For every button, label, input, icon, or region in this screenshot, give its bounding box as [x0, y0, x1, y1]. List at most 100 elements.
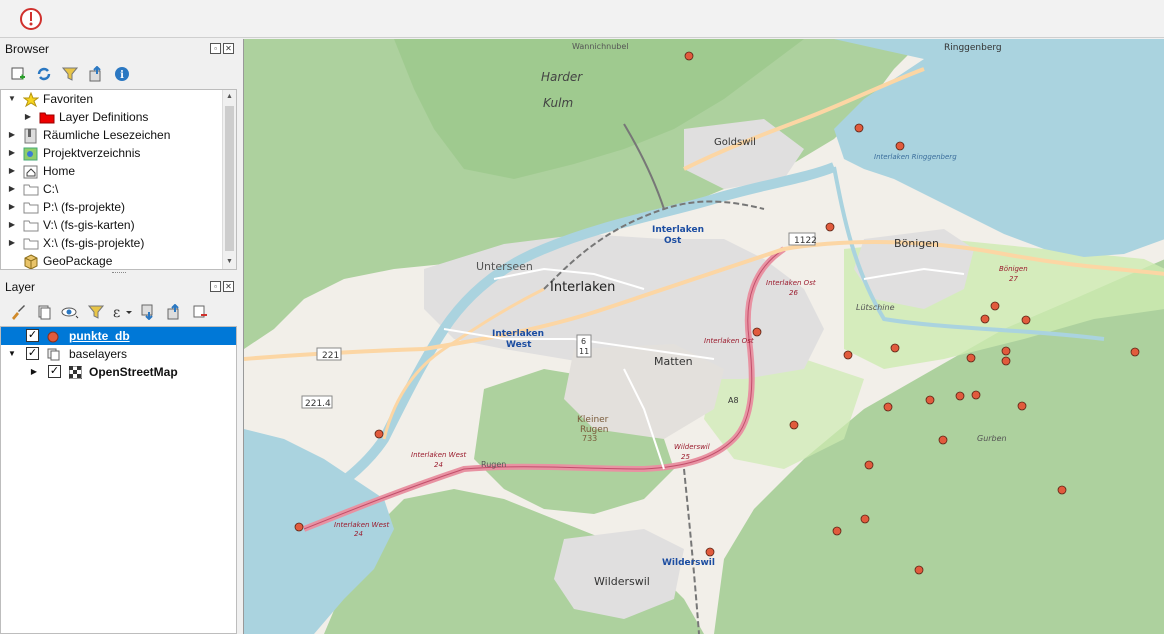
expand-arrow-icon[interactable]: ▶ [7, 180, 17, 198]
map-point-feature[interactable] [1130, 347, 1140, 357]
filter-icon[interactable] [60, 64, 80, 84]
map-point-feature[interactable] [895, 141, 905, 151]
expand-all-icon[interactable] [138, 302, 158, 322]
map-point-feature[interactable] [955, 391, 965, 401]
map-point-feature[interactable] [854, 123, 864, 133]
layer-visibility-checkbox[interactable]: ✓ [26, 347, 39, 360]
tree-item-geopackage[interactable]: GeoPackage [1, 252, 236, 269]
label-rugen-height: 733 [582, 434, 597, 443]
add-layer-icon[interactable] [8, 64, 28, 84]
layer-item-punkte-db[interactable]: ✓ punkte_db [1, 327, 236, 345]
scroll-up-icon[interactable]: ▲ [223, 90, 236, 104]
expand-arrow-icon[interactable]: ▶ [23, 108, 33, 126]
svg-text:11: 11 [579, 347, 589, 356]
expand-arrow-icon[interactable]: ▶ [7, 234, 17, 252]
label-exit-gunten: Interlaken West [334, 521, 390, 529]
panel-splitter[interactable] [0, 270, 237, 276]
tree-item-projektverzeichnis[interactable]: ▶ Projektverzeichnis [1, 144, 236, 162]
browser-tree[interactable]: ▼ Favoriten ▶ Layer Definitions ▶ Räumli… [0, 89, 237, 270]
expand-arrow-icon[interactable]: ▶ [7, 144, 17, 162]
tree-item-x-drive[interactable]: ▶ X:\ (fs-gis-projekte) [1, 234, 236, 252]
scroll-thumb[interactable] [225, 106, 234, 251]
tree-label: Favoriten [43, 92, 94, 106]
map-point-feature[interactable] [1001, 356, 1011, 366]
expand-arrow-icon[interactable]: ▶ [7, 162, 17, 180]
map-point-feature[interactable] [966, 353, 976, 363]
scroll-down-icon[interactable]: ▼ [223, 255, 236, 269]
label-a8: A8 [728, 396, 739, 405]
map-point-feature[interactable] [971, 390, 981, 400]
map-point-feature[interactable] [843, 350, 853, 360]
compass-icon[interactable] [18, 6, 44, 32]
home-icon [23, 164, 38, 179]
tree-item-layer-definitions[interactable]: ▶ Layer Definitions [1, 108, 236, 126]
expand-arrow-icon[interactable]: ▶ [7, 198, 17, 216]
expression-icon[interactable]: ε [112, 302, 132, 322]
tree-item-p-drive[interactable]: ▶ P:\ (fs-projekte) [1, 198, 236, 216]
info-icon[interactable]: i [112, 64, 132, 84]
tree-item-v-drive[interactable]: ▶ V:\ (fs-gis-karten) [1, 216, 236, 234]
main-toolbar [0, 0, 1164, 38]
close-panel-button[interactable]: ✕ [223, 43, 234, 54]
tree-item-favoriten[interactable]: ▼ Favoriten [1, 90, 236, 108]
layer-visibility-checkbox[interactable]: ✓ [26, 329, 39, 342]
svg-text:i: i [120, 70, 124, 81]
map-point-feature[interactable] [883, 402, 893, 412]
layer-label: OpenStreetMap [89, 365, 178, 379]
expand-arrow-icon[interactable]: ▼ [7, 345, 17, 363]
map-point-feature[interactable] [980, 314, 990, 324]
map-point-feature[interactable] [705, 547, 715, 557]
map-point-feature[interactable] [374, 429, 384, 439]
label-exit-boenigen-num: 27 [1009, 275, 1018, 283]
float-panel-button[interactable]: ▫ [210, 281, 221, 292]
layer-item-openstreetmap[interactable]: ▶ ✓ OpenStreetMap [1, 363, 236, 381]
browser-title: Browser [5, 42, 50, 56]
expand-arrow-icon[interactable]: ▶ [7, 126, 17, 144]
expand-arrow-icon[interactable]: ▶ [7, 216, 17, 234]
expand-arrow-icon[interactable]: ▼ [7, 90, 17, 108]
style-brush-icon[interactable] [8, 302, 28, 322]
map-point-feature[interactable] [890, 343, 900, 353]
browser-scrollbar[interactable]: ▲ ▼ [222, 90, 236, 269]
map-point-feature[interactable] [1001, 346, 1011, 356]
map-point-feature[interactable] [684, 51, 694, 61]
add-group-icon[interactable] [34, 302, 54, 322]
layer-tree[interactable]: ✓ punkte_db ▼ ✓ baselayers ▶ ✓ OpenStree… [0, 326, 237, 634]
map-point-feature[interactable] [294, 522, 304, 532]
map-point-feature[interactable] [990, 301, 1000, 311]
map-point-feature[interactable] [860, 514, 870, 524]
layer-visibility-checkbox[interactable]: ✓ [48, 365, 61, 378]
collapse-all-icon[interactable] [86, 64, 106, 84]
map-point-feature[interactable] [925, 395, 935, 405]
map-point-feature[interactable] [832, 526, 842, 536]
map-point-feature[interactable] [938, 435, 948, 445]
map-canvas[interactable]: Harder Kulm Wannichnubel Ringgenberg Gol… [243, 39, 1164, 634]
tree-label: Layer Definitions [59, 110, 149, 124]
layer-item-baselayers[interactable]: ▼ ✓ baselayers [1, 345, 236, 363]
map-point-feature[interactable] [914, 565, 924, 575]
tree-item-bookmarks[interactable]: ▶ Räumliche Lesezeichen [1, 126, 236, 144]
map-point-feature[interactable] [1017, 401, 1027, 411]
eye-icon[interactable] [60, 302, 80, 322]
layer-title: Layer [5, 280, 36, 294]
map-point-feature[interactable] [1021, 315, 1031, 325]
expand-arrow-icon[interactable]: ▶ [29, 363, 39, 381]
map-point-feature[interactable] [864, 460, 874, 470]
browser-panel-title: Browser ▫ ✕ [0, 39, 237, 59]
svg-text:221.4: 221.4 [305, 399, 331, 409]
label-wannichnubel: Wannichnubel [572, 42, 629, 51]
tree-item-home[interactable]: ▶ Home [1, 162, 236, 180]
label-interlaken-ost-exit: Interlaken Ost [704, 337, 754, 345]
map-point-feature[interactable] [789, 420, 799, 430]
collapse-layers-icon[interactable] [164, 302, 184, 322]
remove-layer-icon[interactable] [190, 302, 210, 322]
map-point-feature[interactable] [752, 327, 762, 337]
layer-filter-icon[interactable] [86, 302, 106, 322]
tree-item-c-drive[interactable]: ▶ C:\ [1, 180, 236, 198]
map-point-feature[interactable] [825, 222, 835, 232]
float-panel-button[interactable]: ▫ [210, 43, 221, 54]
map-point-feature[interactable] [1057, 485, 1067, 495]
close-panel-button[interactable]: ✕ [223, 281, 234, 292]
refresh-icon[interactable] [34, 64, 54, 84]
label-boenigen: Bönigen [894, 237, 939, 250]
